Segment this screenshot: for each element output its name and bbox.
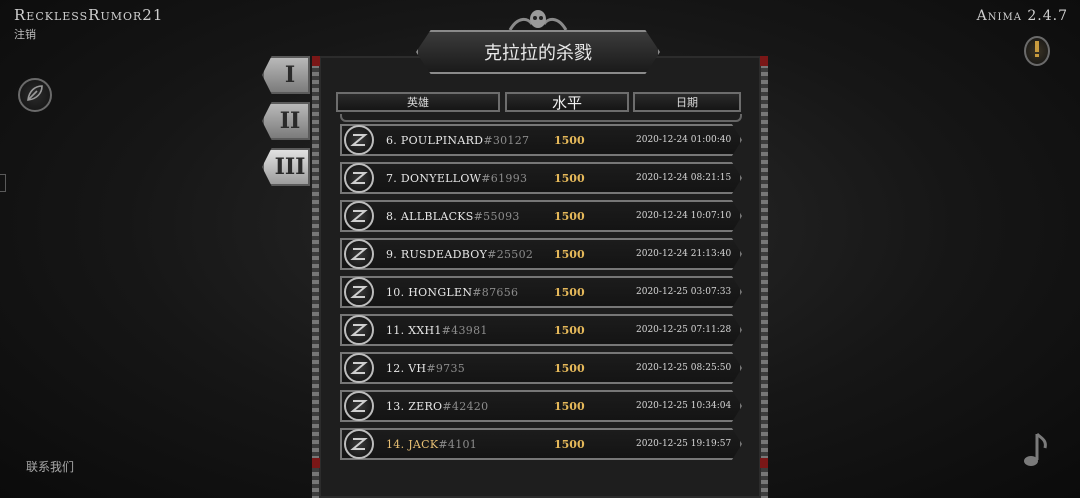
player-rank-name: 6. POULPINARD (386, 133, 484, 147)
player-rank-name: 9. RUSDEADBOY (386, 247, 488, 261)
player-tag: #55093 (473, 209, 520, 223)
player-level: 1500 (554, 133, 585, 147)
tab-tier-3[interactable]: III (262, 148, 310, 186)
player-tag: #9735 (426, 361, 466, 375)
player-tag: #61993 (481, 171, 528, 185)
player-level: 1500 (554, 437, 585, 451)
leaderboard-row[interactable]: 11. XXH1#43981 1500 2020-12-25 07:11:28 (340, 314, 742, 346)
kill-date: 2020-12-24 21:13:40 (636, 249, 732, 259)
player-level: 1500 (554, 323, 585, 337)
player-tag: #87656 (472, 285, 519, 299)
class-emblem-icon (344, 429, 374, 459)
tab-label: I (284, 62, 296, 88)
tab-tier-2[interactable]: II (262, 102, 310, 140)
player-tag: #4101 (438, 437, 478, 451)
player-rank-name: 14. JACK (386, 437, 439, 451)
tab-tier-1[interactable]: I (262, 56, 310, 94)
player-level: 1500 (554, 361, 585, 375)
music-button[interactable] (1020, 432, 1050, 472)
player-tag: #42420 (442, 399, 489, 413)
scrolled-row-edge (340, 114, 742, 122)
player-level: 1500 (554, 209, 585, 223)
kill-date: 2020-12-25 07:11:28 (636, 325, 732, 335)
chain-border-left (312, 56, 319, 498)
leaderboard-row[interactable]: 7. DONYELLOW#61993 1500 2020-12-24 08:21:1… (340, 162, 742, 194)
player-rank-name: 7. DONYELLOW (386, 171, 482, 185)
leaf-icon (25, 83, 45, 107)
column-header-level[interactable]: 水平 (505, 92, 629, 112)
kill-date: 2020-12-25 10:34:04 (636, 401, 732, 411)
player-tag: #30127 (483, 133, 530, 147)
kill-date: 2020-12-24 08:21:15 (636, 173, 732, 183)
kill-date: 2020-12-25 03:07:33 (636, 287, 732, 297)
kill-date: 2020-12-24 10:07:10 (636, 211, 732, 221)
player-name: 7. DONYELLOW#61993 (386, 172, 554, 185)
kill-date: 2020-12-24 01:00:40 (636, 135, 732, 145)
player-level: 1500 (554, 247, 585, 261)
tier-tabs: I II III (262, 56, 312, 194)
player-rank-name: 11. XXH1 (386, 323, 442, 337)
class-emblem-icon (344, 163, 374, 193)
tab-label: II (279, 108, 301, 134)
alert-button[interactable] (1024, 36, 1050, 66)
player-rank-name: 10. HONGLEN (386, 285, 473, 299)
player-name: 8. ALLBLACKS#55093 (386, 210, 554, 223)
leaderboard-row[interactable]: 10. HONGLEN#87656 1500 2020-12-25 03:07:33 (340, 276, 742, 308)
class-emblem-icon (344, 277, 374, 307)
player-name: 13. ZERO#42420 (386, 400, 554, 413)
player-name: 14. JACK#4101 (386, 438, 554, 451)
player-level: 1500 (554, 285, 585, 299)
class-emblem-icon (344, 239, 374, 269)
contact-us-link[interactable]: 联系我们 (26, 458, 74, 475)
left-edge-marker (0, 174, 6, 192)
player-tag: #25502 (487, 247, 534, 261)
class-emblem-icon (344, 353, 374, 383)
player-name: 11. XXH1#43981 (386, 324, 554, 337)
column-header-date[interactable]: 日期 (633, 92, 741, 112)
class-emblem-icon (344, 315, 374, 345)
corner-ornament (760, 458, 768, 468)
user-name: RecklessRumor21 (14, 6, 164, 24)
chain-border-right (761, 56, 768, 498)
player-name: 10. HONGLEN#87656 (386, 286, 554, 299)
player-name: 12. VH#9735 (386, 362, 554, 375)
player-rank-name: 8. ALLBLACKS (386, 209, 474, 223)
leaderboard-row[interactable]: 8. ALLBLACKS#55093 1500 2020-12-24 10:07:1… (340, 200, 742, 232)
music-note-icon (1021, 430, 1049, 474)
leaderboard-row[interactable]: 9. RUSDEADBOY#25502 1500 2020-12-24 21:13:… (340, 238, 742, 270)
class-emblem-icon (344, 125, 374, 155)
logout-link[interactable]: 注销 (14, 26, 36, 42)
corner-ornament (312, 56, 320, 66)
leaf-button[interactable] (18, 78, 52, 112)
leaderboard-title: 克拉拉的杀戮 (416, 30, 660, 74)
player-tag: #43981 (441, 323, 488, 337)
alert-icon (1031, 40, 1043, 62)
leaderboard-row[interactable]: 13. ZERO#42420 1500 2020-12-25 10:34:04 (340, 390, 742, 422)
player-level: 1500 (554, 171, 585, 185)
class-emblem-icon (344, 201, 374, 231)
leaderboard-row[interactable]: 12. VH#9735 1500 2020-12-25 08:25:50 (340, 352, 742, 384)
player-level: 1500 (554, 399, 585, 413)
class-emblem-icon (344, 391, 374, 421)
leaderboard-row[interactable]: 14. JACK#4101 1500 2020-12-25 19:19:57 (340, 428, 742, 460)
player-name: 6. POULPINARD#30127 (386, 134, 554, 147)
player-rank-name: 13. ZERO (386, 399, 443, 413)
player-rank-name: 12. VH (386, 361, 427, 375)
corner-ornament (760, 56, 768, 66)
kill-date: 2020-12-25 08:25:50 (636, 363, 732, 373)
leaderboard-row[interactable]: 6. POULPINARD#30127 1500 2020-12-24 01:00:… (340, 124, 742, 156)
player-name: 9. RUSDEADBOY#25502 (386, 248, 554, 261)
version-label: Anima 2.4.7 (976, 8, 1068, 24)
corner-ornament (312, 458, 320, 468)
column-header-hero[interactable]: 英雄 (336, 92, 500, 112)
tab-label: III (274, 154, 306, 180)
kill-date: 2020-12-25 19:19:57 (636, 439, 732, 449)
